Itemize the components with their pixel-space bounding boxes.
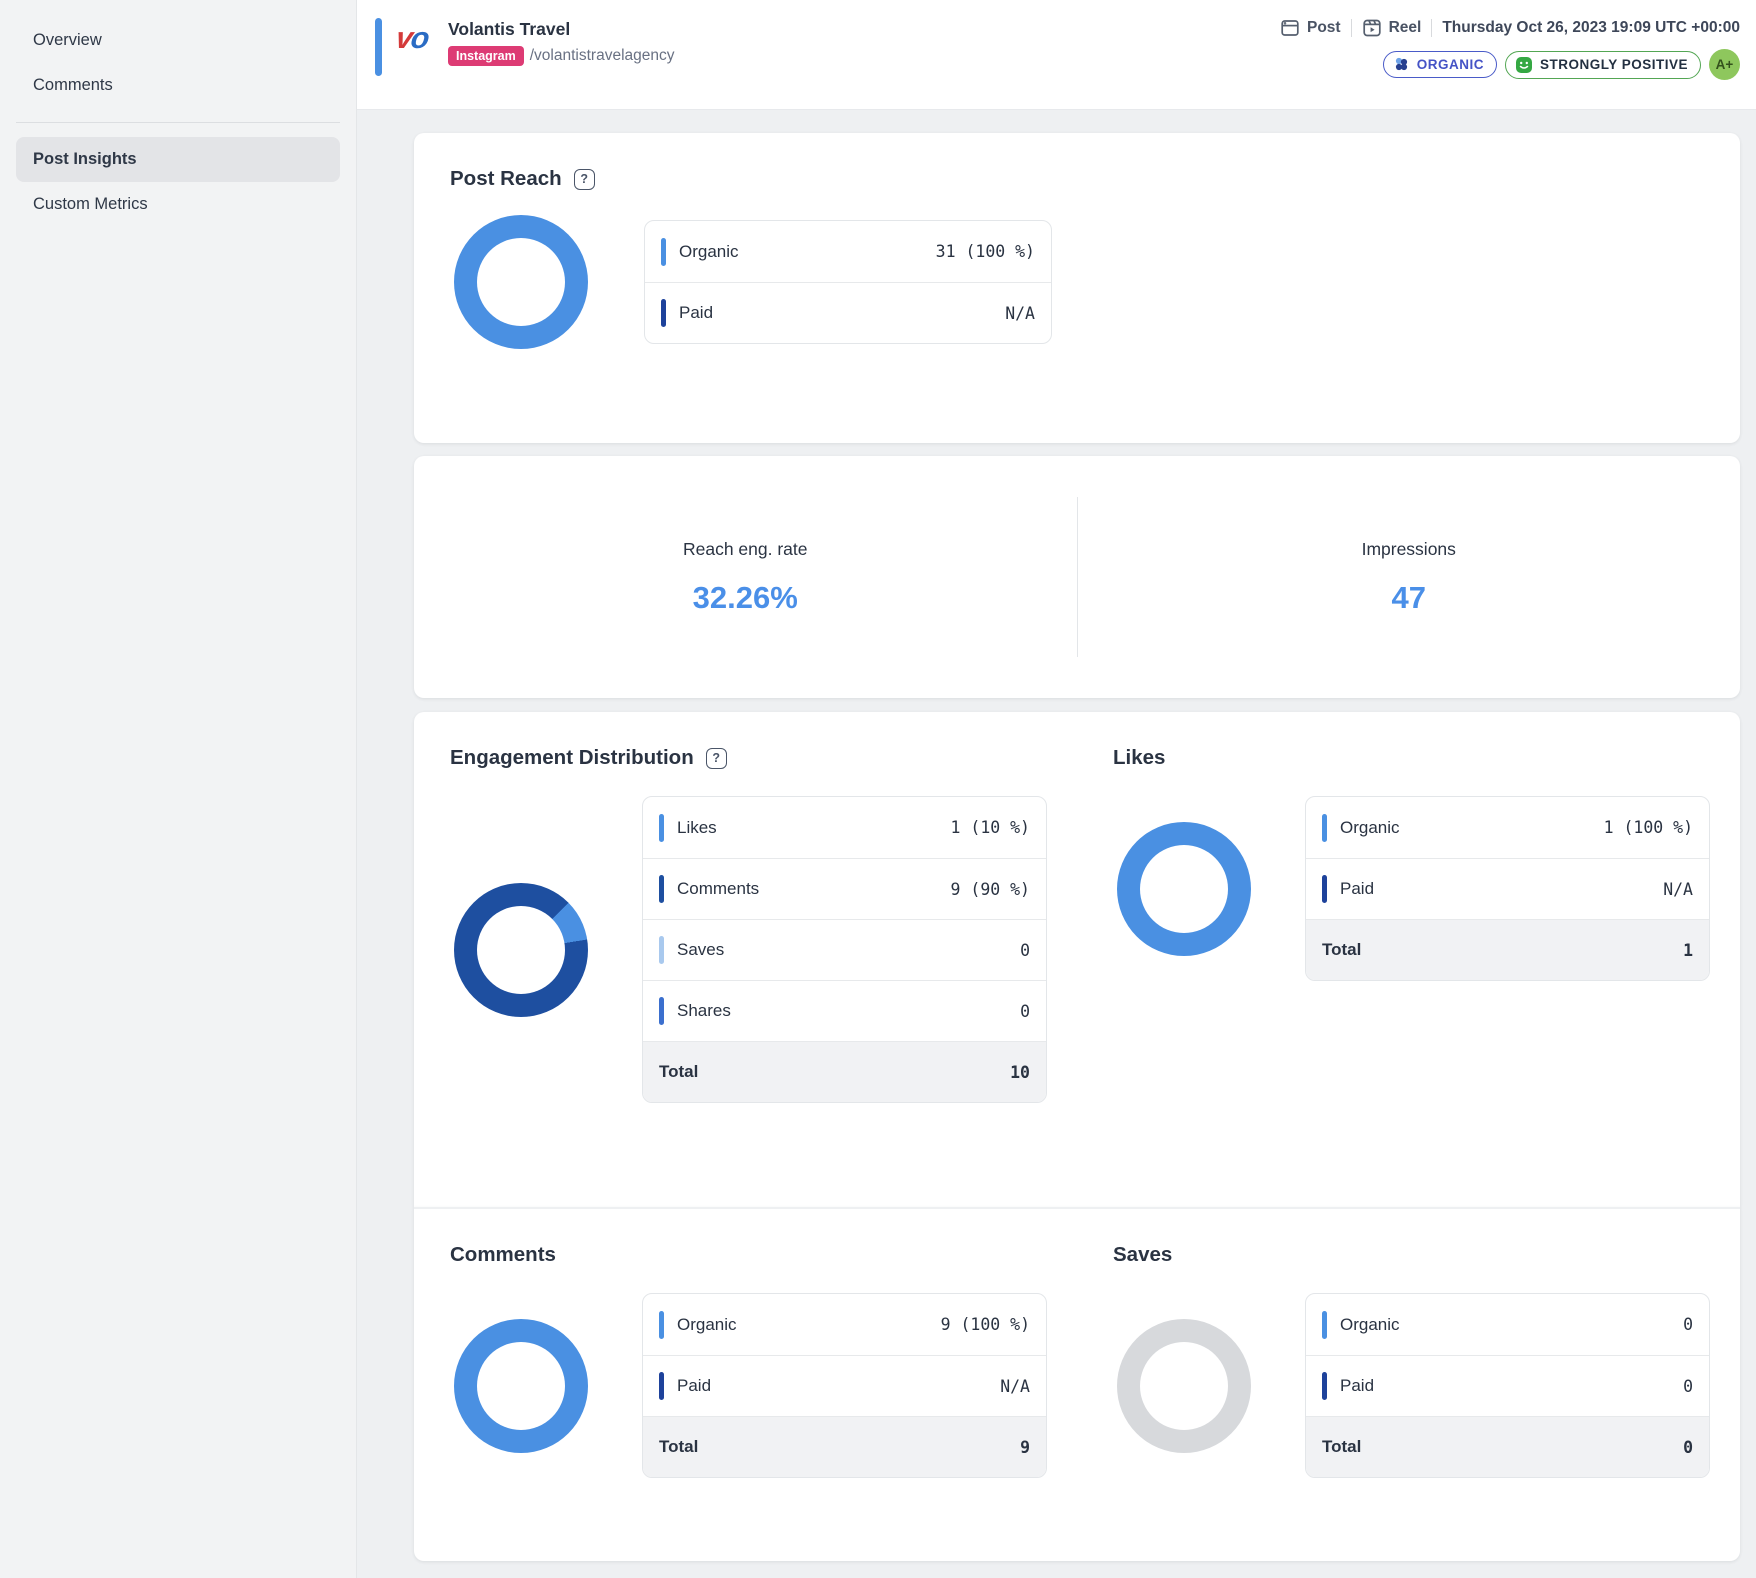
comments-title: Comments xyxy=(450,1243,556,1267)
comments-legend: Organic 9 (100 %) Paid N/A Total 9 xyxy=(642,1293,1047,1478)
sidebar-item-comments[interactable]: Comments xyxy=(16,63,340,108)
comments-section: Comments Organic 9 (100 %) Paid N/A xyxy=(414,1209,1077,1561)
main-area: v o Volantis Travel Instagram /volantist… xyxy=(357,0,1756,1578)
sidebar-item-custom-metrics[interactable]: Custom Metrics xyxy=(16,182,340,227)
legend-row: Organic 1 (100 %) xyxy=(1306,797,1709,858)
legend-row: Shares 0 xyxy=(643,980,1046,1041)
legend-row: Paid N/A xyxy=(643,1355,1046,1416)
likes-section: Likes Organic 1 (100 %) Paid N/A xyxy=(1077,712,1740,1207)
engagement-distribution-section: Engagement Distribution ? Likes 1 (10 %)… xyxy=(414,712,1077,1207)
legend-swatch xyxy=(659,997,664,1025)
engagement-card: Engagement Distribution ? Likes 1 (10 %)… xyxy=(414,712,1740,1207)
legend-row: Organic 31 (100 %) xyxy=(645,221,1051,282)
likes-legend: Organic 1 (100 %) Paid N/A Total 1 xyxy=(1305,796,1710,981)
smiley-icon xyxy=(1515,56,1533,74)
help-icon[interactable]: ? xyxy=(706,748,727,769)
grade-badge: A+ xyxy=(1709,49,1740,80)
legend-row: Comments 9 (90 %) xyxy=(643,858,1046,919)
legend-swatch xyxy=(659,1311,664,1339)
legend-total-row: Total 9 xyxy=(643,1416,1046,1477)
post-reach-card: Post Reach ? Organic 31 (100 %) Paid N/A xyxy=(414,133,1740,443)
account-handle: /volantistravelagency xyxy=(530,47,675,65)
legend-swatch xyxy=(659,1372,664,1400)
legend-row: Likes 1 (10 %) xyxy=(643,797,1046,858)
sidebar-divider xyxy=(16,122,340,123)
post-reach-donut xyxy=(454,215,588,349)
organic-icon xyxy=(1393,56,1410,73)
tab-reel[interactable]: Reel xyxy=(1362,18,1422,38)
legend-row: Organic 9 (100 %) xyxy=(643,1294,1046,1355)
separator xyxy=(1351,19,1352,37)
header: v o Volantis Travel Instagram /volantist… xyxy=(357,0,1756,110)
kpi-card: Reach eng. rate 32.26% Impressions 47 xyxy=(414,456,1740,698)
saves-title: Saves xyxy=(1113,1243,1172,1267)
legend-total-row: Total 0 xyxy=(1306,1416,1709,1477)
legend-row: Saves 0 xyxy=(643,919,1046,980)
saves-donut xyxy=(1117,1319,1251,1453)
organic-badge: ORGANIC xyxy=(1383,51,1497,78)
post-reach-title: Post Reach xyxy=(450,167,562,191)
legend-swatch xyxy=(661,238,666,266)
kpi-impressions: Impressions 47 xyxy=(1078,539,1741,616)
legend-swatch xyxy=(659,814,664,842)
legend-swatch xyxy=(1322,875,1327,903)
legend-swatch xyxy=(661,299,666,327)
accent-bar xyxy=(375,18,382,76)
sentiment-badge: STRONGLY POSITIVE xyxy=(1505,51,1701,79)
legend-total-row: Total 1 xyxy=(1306,919,1709,980)
account-avatar: v o xyxy=(396,20,438,62)
comments-saves-card: Comments Organic 9 (100 %) Paid N/A xyxy=(414,1207,1740,1561)
legend-row: Organic 0 xyxy=(1306,1294,1709,1355)
tab-post[interactable]: Post xyxy=(1280,18,1341,38)
engagement-legend: Likes 1 (10 %) Comments 9 (90 %) Saves 0 xyxy=(642,796,1047,1103)
engagement-title: Engagement Distribution xyxy=(450,746,694,770)
reel-icon xyxy=(1362,18,1382,38)
post-reach-legend: Organic 31 (100 %) Paid N/A xyxy=(644,220,1052,344)
saves-legend: Organic 0 Paid 0 Total 0 xyxy=(1305,1293,1710,1478)
engagement-donut xyxy=(454,883,588,1017)
legend-row: Paid 0 xyxy=(1306,1355,1709,1416)
comments-donut xyxy=(454,1319,588,1453)
network-badge: Instagram xyxy=(448,46,524,66)
legend-swatch xyxy=(1322,1372,1327,1400)
likes-title: Likes xyxy=(1113,746,1165,770)
sidebar-item-post-insights[interactable]: Post Insights xyxy=(16,137,340,182)
kpi-reach-eng-rate: Reach eng. rate 32.26% xyxy=(414,539,1077,616)
legend-swatch xyxy=(659,875,664,903)
sidebar-item-overview[interactable]: Overview xyxy=(16,18,340,63)
separator xyxy=(1431,19,1432,37)
legend-swatch xyxy=(659,936,664,964)
sidebar: Overview Comments Post Insights Custom M… xyxy=(0,0,357,1578)
account-name: Volantis Travel xyxy=(448,18,675,40)
legend-swatch xyxy=(1322,1311,1327,1339)
legend-row: Paid N/A xyxy=(645,282,1051,343)
legend-row: Paid N/A xyxy=(1306,858,1709,919)
help-icon[interactable]: ? xyxy=(574,169,595,190)
legend-total-row: Total 10 xyxy=(643,1041,1046,1102)
saves-section: Saves Organic 0 Paid 0 To xyxy=(1077,1209,1740,1561)
legend-swatch xyxy=(1322,814,1327,842)
post-timestamp: Thursday Oct 26, 2023 19:09 UTC +00:00 xyxy=(1442,19,1740,37)
post-icon xyxy=(1280,18,1300,38)
likes-donut xyxy=(1117,822,1251,956)
